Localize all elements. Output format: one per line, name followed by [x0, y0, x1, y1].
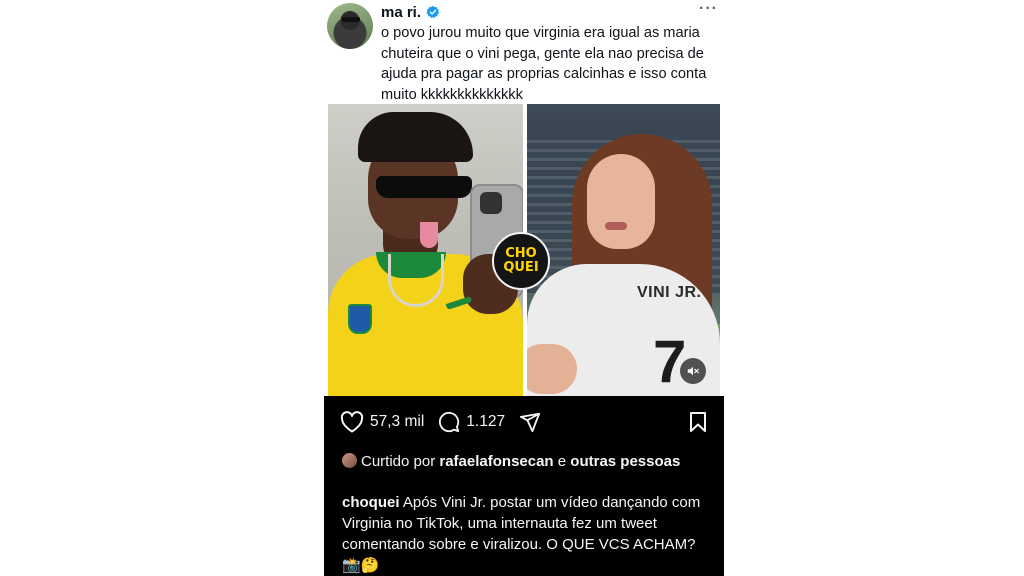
arm	[527, 344, 577, 394]
choquei-logo-line2: QUEI	[503, 260, 539, 275]
mute-button[interactable]	[680, 358, 706, 384]
liked-by-others[interactable]: outras pessoas	[570, 453, 680, 470]
speaker-muted-icon	[687, 366, 699, 376]
caption-username[interactable]: choquei	[342, 494, 400, 511]
bookmark-icon	[690, 412, 706, 432]
jersey-number: 7	[653, 328, 687, 395]
sunglasses	[376, 176, 472, 198]
liked-by-prefix: Curtido por	[361, 453, 436, 470]
tweet-embed: ma ri. ··· o povo jurou muito que virgin…	[324, 0, 724, 104]
phone-camera	[480, 192, 502, 214]
face	[587, 154, 655, 249]
choquei-logo-line1: CHO	[505, 246, 537, 261]
choquei-logo: CHO QUEI	[492, 232, 550, 290]
comment-icon	[439, 411, 460, 433]
liked-by-line: Curtido por rafaelafonsecan e outras pes…	[342, 452, 712, 472]
share-button[interactable]	[519, 411, 541, 433]
like-button[interactable]: 57,3 mil	[340, 411, 424, 433]
instagram-post-footer: 57,3 mil 1.127 Curtido por rafaelafonsec…	[324, 396, 724, 576]
post-caption: choquei Após Vini Jr. postar um vídeo da…	[342, 492, 712, 576]
send-icon	[519, 412, 541, 433]
lips	[605, 222, 627, 230]
comment-button[interactable]: 1.127	[438, 411, 505, 433]
tweet-author-row: ma ri.	[381, 3, 440, 21]
avatar-glasses	[342, 17, 360, 22]
heart-icon	[340, 411, 364, 433]
post-card: ma ri. ··· o povo jurou muito que virgin…	[324, 0, 724, 576]
liked-by-user[interactable]: rafaelafonsecan	[439, 453, 553, 470]
save-button[interactable]	[688, 411, 708, 438]
photo-virginia[interactable]: VINI JR. 7	[527, 104, 720, 396]
liked-by-conjunction: e	[557, 453, 567, 470]
comments-count: 1.127	[466, 413, 506, 430]
action-bar: 57,3 mil 1.127	[340, 410, 555, 434]
crest-icon	[348, 304, 372, 334]
hair	[358, 112, 473, 162]
more-options-icon[interactable]: ···	[699, 0, 718, 18]
avatar[interactable]	[327, 3, 373, 49]
verified-badge-icon	[426, 5, 440, 19]
tweet-author-name[interactable]: ma ri.	[381, 4, 421, 21]
tweet-text: o povo jurou muito que virginia era igua…	[381, 25, 707, 103]
likes-count: 57,3 mil	[370, 413, 425, 430]
avatar[interactable]	[342, 453, 357, 468]
tongue	[420, 222, 438, 248]
jersey-name: VINI JR.	[637, 284, 702, 301]
